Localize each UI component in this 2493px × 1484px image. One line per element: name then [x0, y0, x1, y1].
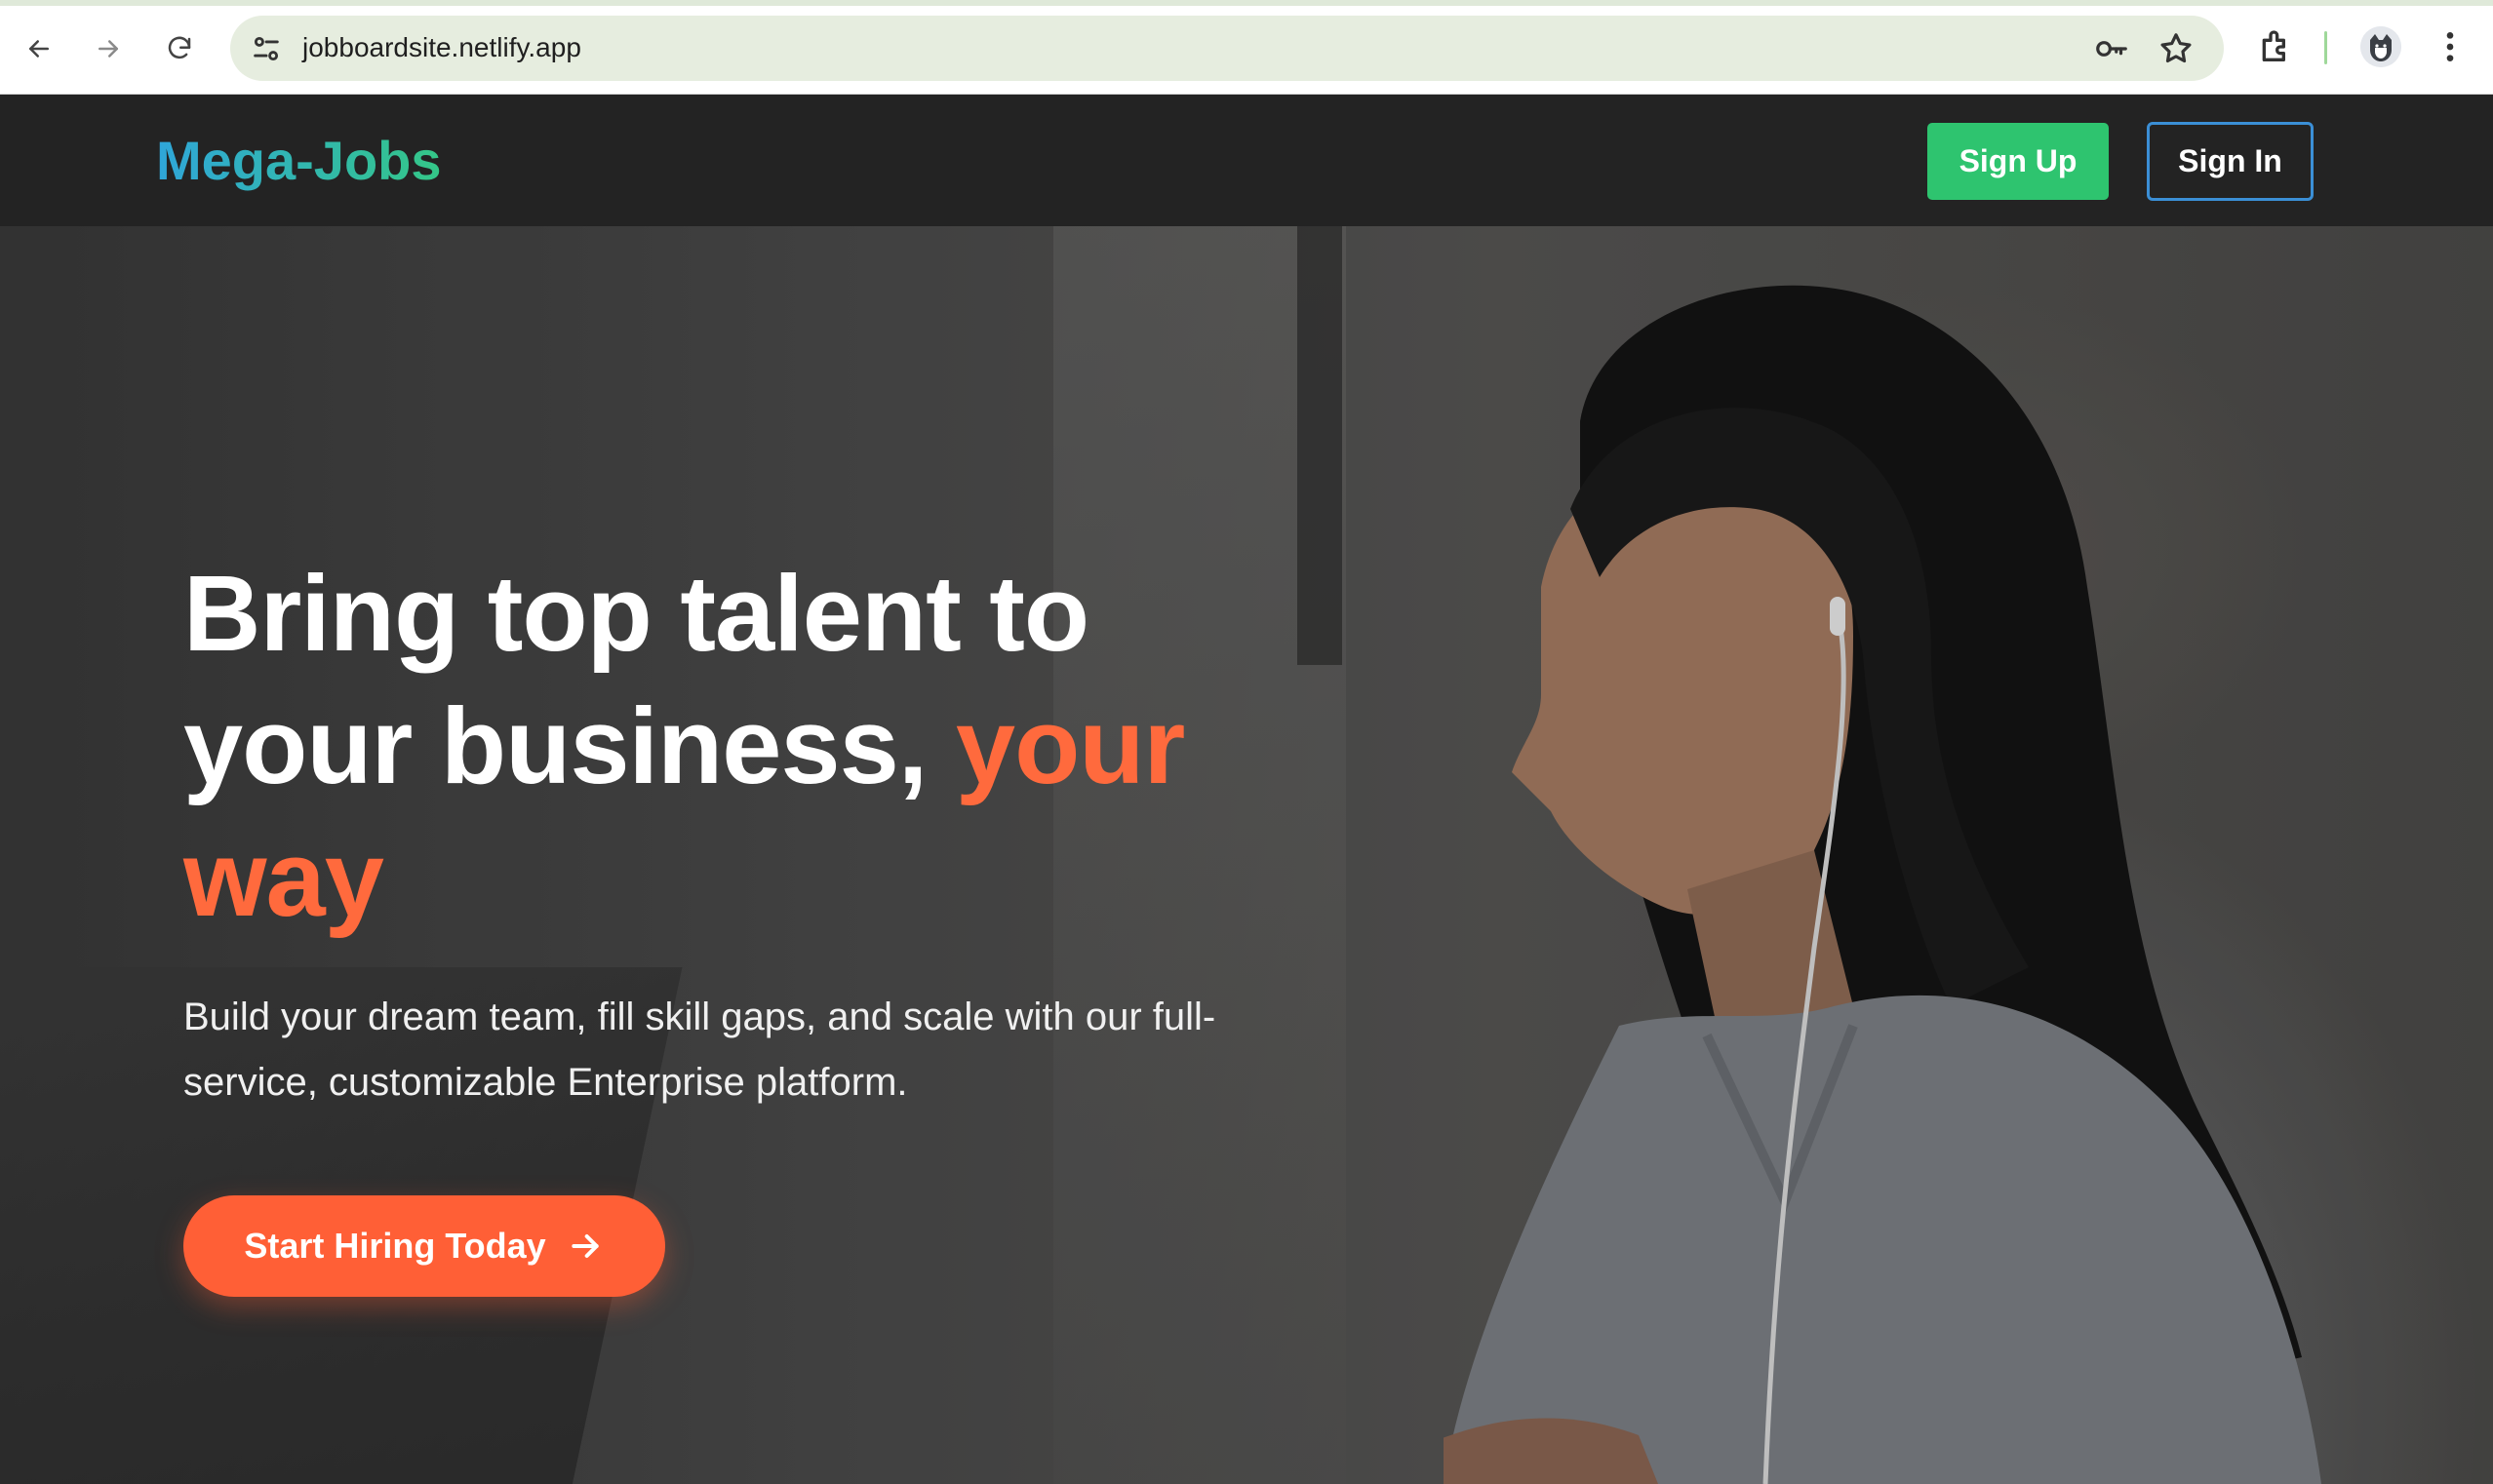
- bookmark-star-icon[interactable]: [2157, 30, 2195, 67]
- site-settings-icon[interactable]: [250, 32, 283, 65]
- reload-button[interactable]: [156, 25, 203, 72]
- sign-up-button[interactable]: Sign Up: [1927, 123, 2109, 200]
- password-key-icon[interactable]: [2093, 30, 2130, 67]
- hero-section: Bring top talent to your business, your …: [0, 226, 2493, 1484]
- url-text[interactable]: jobboardsite.netlify.app: [302, 31, 581, 64]
- forward-button[interactable]: [85, 25, 132, 72]
- site-logo[interactable]: Mega-Jobs: [156, 130, 442, 192]
- hero-subtext: Build your dream team, fill skill gaps, …: [183, 996, 1216, 1104]
- browser-toolbar: jobboardsite.netlify.app: [0, 0, 2493, 95]
- start-hiring-label: Start Hiring Today: [244, 1226, 546, 1266]
- back-arrow-icon: [29, 40, 49, 58]
- sign-in-button[interactable]: Sign In: [2147, 122, 2314, 201]
- hero-headline: Bring top talent to your business, your …: [183, 548, 1305, 946]
- back-button[interactable]: [16, 25, 62, 72]
- site-header: Mega-Jobs Sign Up Sign In: [0, 95, 2493, 226]
- toolbar-separator: [2324, 31, 2327, 64]
- menu-kebab-icon[interactable]: [2431, 27, 2470, 66]
- reload-icon: [168, 36, 191, 59]
- address-bar[interactable]: jobboardsite.netlify.app: [230, 16, 2224, 81]
- hero-headline-main: Bring top talent to your business,: [183, 554, 1089, 806]
- forward-arrow-icon: [99, 40, 118, 58]
- extensions-icon[interactable]: [2256, 27, 2295, 66]
- arrow-right-icon: [572, 1234, 599, 1258]
- start-hiring-button[interactable]: Start Hiring Today: [183, 1195, 665, 1297]
- tab-strip: [0, 0, 2493, 6]
- profile-avatar-icon[interactable]: [2360, 26, 2401, 67]
